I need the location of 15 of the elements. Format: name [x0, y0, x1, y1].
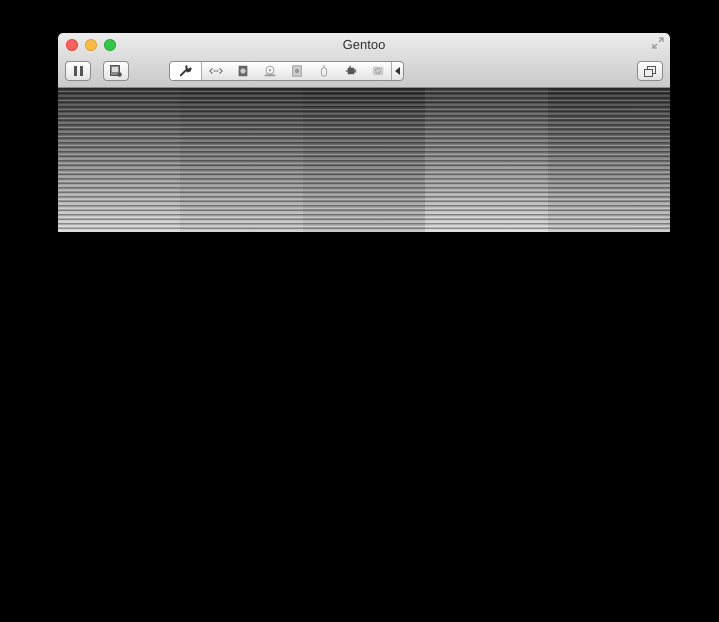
floppy-icon — [290, 64, 304, 78]
window-mode-button[interactable] — [637, 61, 663, 81]
device-button[interactable] — [170, 62, 202, 80]
windows-icon — [644, 66, 656, 76]
window-title: Gentoo — [342, 36, 386, 54]
caret-icon — [395, 67, 400, 75]
pause-button[interactable] — [65, 61, 91, 81]
wrench-icon — [178, 64, 192, 78]
monitor-icon — [110, 65, 122, 77]
pause-icon — [74, 66, 82, 76]
screenshot-button[interactable] — [103, 61, 129, 81]
disc-icon — [262, 64, 276, 78]
sync-icon — [370, 64, 384, 78]
close-button[interactable] — [66, 39, 78, 51]
more-devices-button[interactable] — [391, 62, 403, 80]
